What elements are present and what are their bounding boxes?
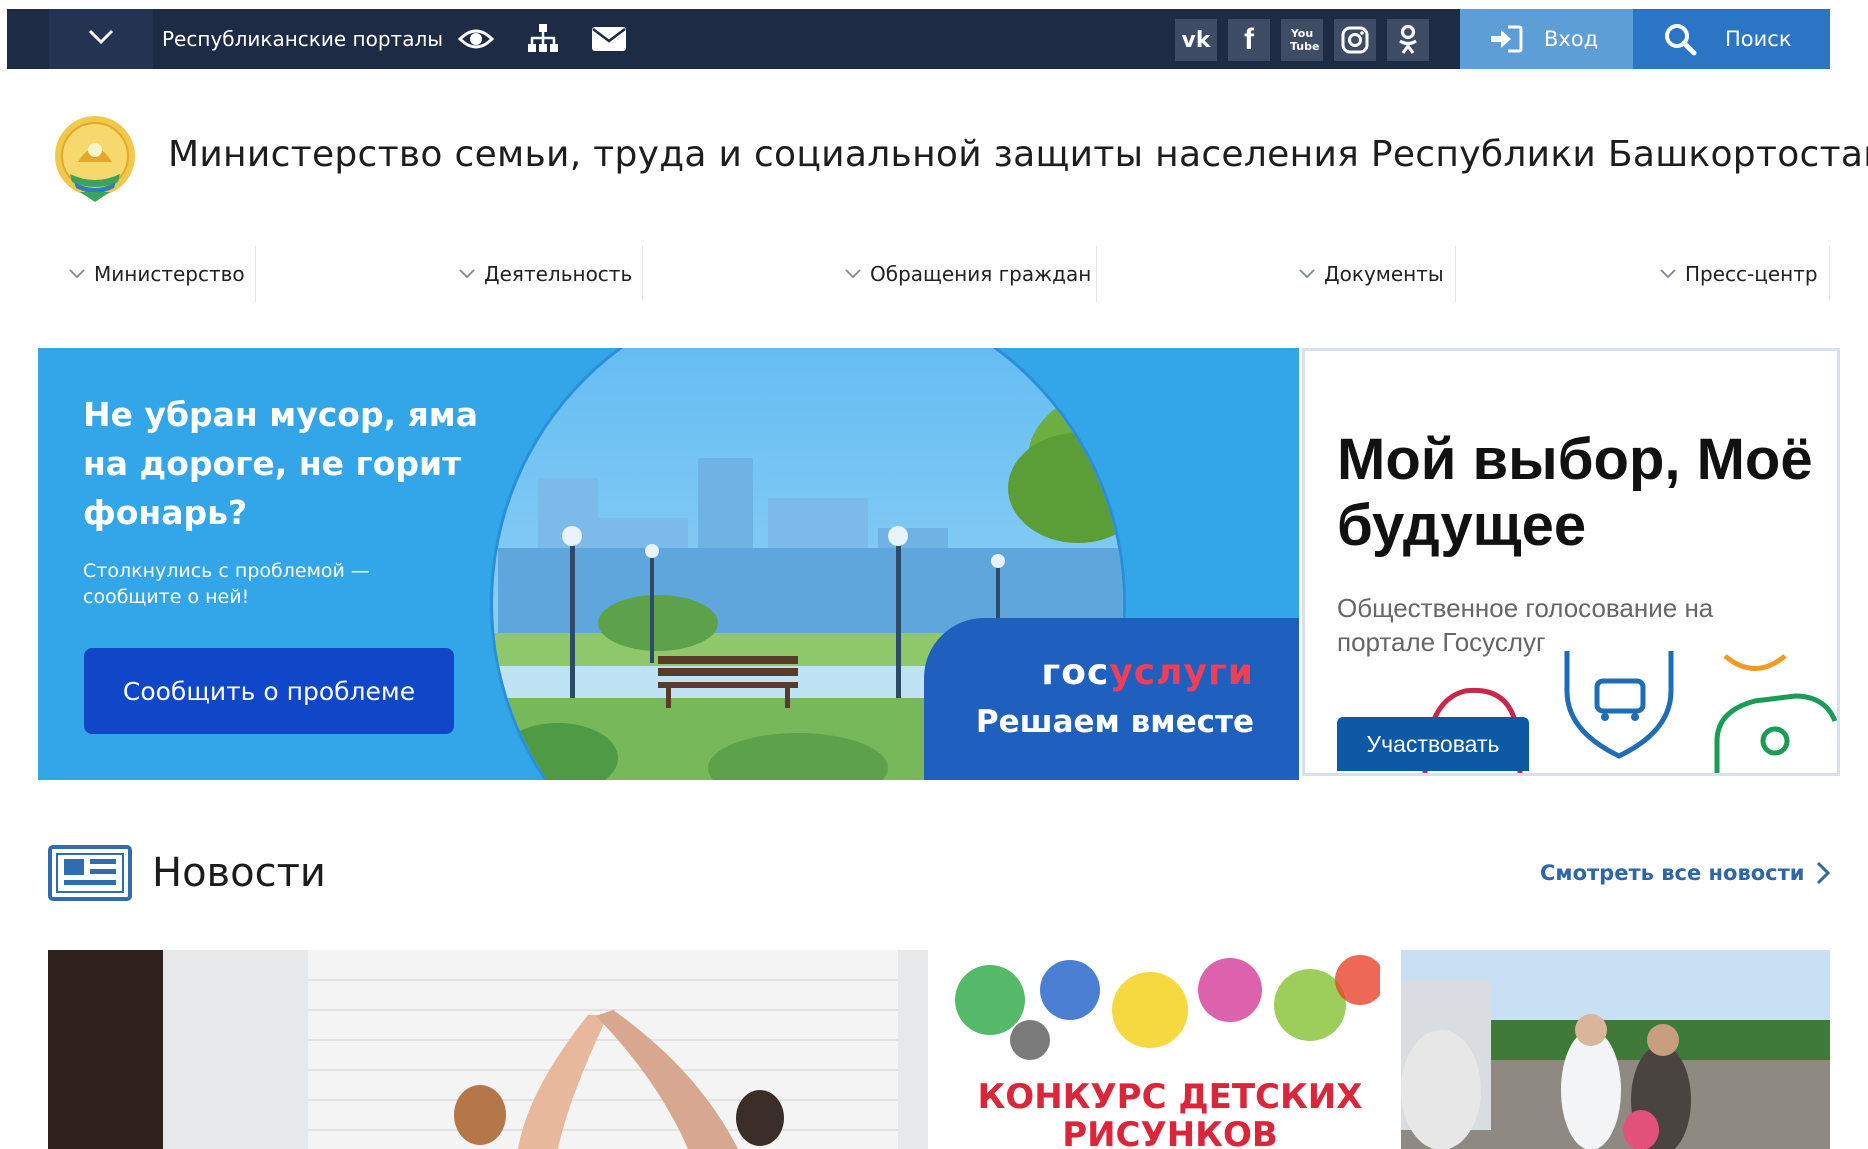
odnoklassniki-icon[interactable]	[1387, 19, 1429, 61]
nav-divider	[642, 246, 643, 302]
instagram-icon[interactable]	[1334, 19, 1376, 61]
nav-divider	[255, 246, 256, 302]
gosuslugi-badge: госуслуги Решаем вместе	[924, 618, 1299, 780]
nav-label: Обращения граждан	[870, 262, 1092, 286]
nav-item-citizen-appeals[interactable]: Обращения граждан	[844, 246, 1091, 302]
eye-icon[interactable]	[455, 9, 497, 69]
banner-headline: Не убран мусор, яма на дороге, не горит …	[83, 395, 479, 532]
sitemap-icon[interactable]	[522, 9, 564, 69]
chevron-down-icon	[1660, 269, 1676, 279]
search-icon	[1663, 22, 1697, 56]
chevron-down-icon	[1299, 269, 1315, 279]
report-problem-button[interactable]: Сообщить о проблеме	[84, 648, 454, 734]
vote-decor-icons	[1422, 651, 1837, 773]
nav-divider	[1829, 246, 1830, 302]
facebook-icon[interactable]: f	[1228, 19, 1270, 61]
gosuslugi-logo-part1: гос	[1041, 652, 1110, 693]
search-label: Поиск	[1725, 27, 1792, 51]
portals-menu-toggle[interactable]	[49, 9, 153, 69]
envelope-icon[interactable]	[587, 9, 631, 69]
newspaper-icon	[48, 845, 132, 906]
gosuslugi-tagline: Решаем вместе	[975, 704, 1254, 740]
news-section-title: Новости	[152, 850, 326, 896]
nav-label: Документы	[1324, 262, 1444, 286]
bashkortostan-emblem[interactable]	[52, 112, 138, 204]
gosuslugi-logo: госуслуги	[1041, 652, 1254, 693]
top-bar: Республиканские порталы vk f You Tube Вх…	[7, 9, 1830, 69]
gosuslugi-logo-part2: услуги	[1109, 652, 1254, 693]
news-card-image[interactable]: КОНКУРС ДЕТСКИХ РИСУНКОВ	[950, 950, 1380, 1149]
banner-subtext: Столкнулись с проблемой — сообщите о ней…	[83, 560, 370, 608]
site-title[interactable]: Министерство семьи, труда и социальной з…	[168, 134, 1868, 175]
chevron-down-icon	[459, 269, 475, 279]
nav-label: Пресс-центр	[1685, 262, 1818, 286]
nav-item-activity[interactable]: Деятельность	[458, 246, 632, 302]
chevron-down-icon	[845, 269, 861, 279]
portals-link[interactable]: Республиканские порталы	[162, 9, 443, 69]
nav-divider	[1096, 246, 1097, 302]
news-card-image[interactable]	[1401, 950, 1830, 1149]
contest-poster-text: КОНКУРС ДЕТСКИХ РИСУНКОВ	[977, 1077, 1363, 1149]
sign-in-icon	[1488, 24, 1524, 54]
youtube-icon[interactable]: You Tube	[1281, 19, 1323, 61]
facebook-glyph: f	[1244, 23, 1254, 56]
chevron-down-icon	[87, 28, 115, 51]
see-all-news-link[interactable]: Смотреть все новости	[1540, 860, 1831, 886]
family-hands-house-photo	[48, 950, 928, 1149]
see-all-news-label: Смотреть все новости	[1540, 861, 1805, 885]
search-button[interactable]: Поиск	[1633, 9, 1830, 69]
login-label: Вход	[1544, 27, 1599, 51]
vk-glyph: vk	[1181, 27, 1211, 53]
chevron-down-icon	[69, 269, 85, 279]
public-vote-banner[interactable]: Мой выбор, Моё будущее Общественное голо…	[1302, 348, 1840, 776]
vote-title: Мой выбор, Моё будущее	[1337, 427, 1813, 558]
nav-divider	[1455, 246, 1456, 302]
nav-label: Деятельность	[484, 262, 633, 286]
nav-item-documents[interactable]: Документы	[1298, 246, 1444, 302]
news-card-image[interactable]	[48, 950, 928, 1149]
vote-subtitle: Общественное голосование на портале Госу…	[1337, 593, 1714, 657]
report-problem-banner[interactable]: Не убран мусор, яма на дороге, не горит …	[38, 348, 1299, 780]
vk-icon[interactable]: vk	[1175, 19, 1217, 61]
nav-label: Министерство	[94, 262, 245, 286]
youtube-glyph: You Tube	[1290, 27, 1320, 53]
participate-button[interactable]: Участвовать	[1337, 717, 1529, 771]
nav-item-press-center[interactable]: Пресс-центр	[1659, 246, 1818, 302]
medical-outdoor-photo	[1401, 950, 1830, 1149]
nav-item-ministry[interactable]: Министерство	[68, 246, 245, 302]
chevron-right-icon	[1816, 861, 1830, 885]
login-button[interactable]: Вход	[1460, 9, 1633, 69]
